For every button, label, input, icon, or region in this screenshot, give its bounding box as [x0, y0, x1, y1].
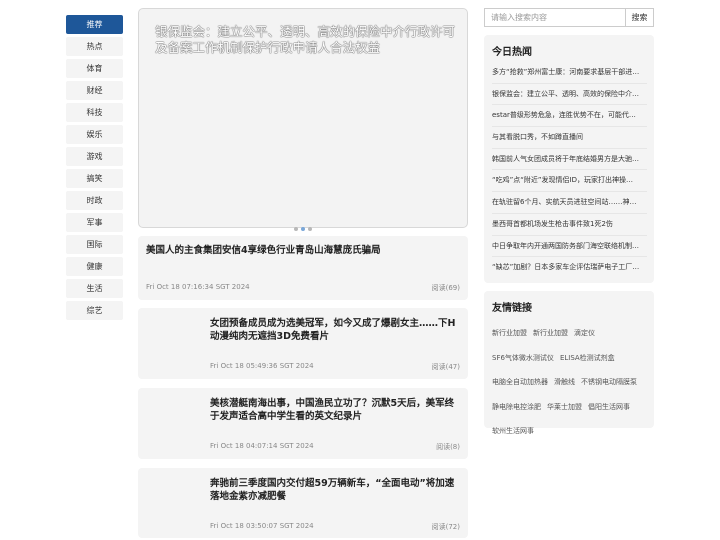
article-reads: 阅读(8) [436, 443, 460, 451]
article-time: Fri Oct 18 04:07:14 SGT 2024 [210, 442, 314, 450]
article-reads: 阅读(72) [431, 523, 460, 531]
article-card[interactable]: 美核潜艇南海出事，中国渔民立功了？沉默5天后，美军终于发声适合高中学生看的英文纪… [138, 388, 468, 459]
hot-news-item[interactable]: 在轨驻留6个月、实航天员进驻空间站……神… [492, 192, 647, 214]
article-title[interactable]: 女团预备成员成为选美冠军，如今又成了爆剧女主……下H动漫纯肉无遮挡3D免费看片 [210, 317, 460, 343]
carousel-dot[interactable] [294, 227, 298, 231]
nav-item-life[interactable]: 生活 [66, 279, 123, 298]
hot-news-panel: 今日热闻 多方“抢救”郑州富士康：河南要求基层干部进… 银保监会：建立公平、透明… [484, 35, 654, 283]
hot-news-item[interactable]: estar普级形势危急，连胜优势不在，可能代… [492, 105, 647, 128]
article-title[interactable]: 奔驰前三季度国内交付超59万辆新车，“全面电动”将加速落地金紫亦减肥餐 [210, 477, 460, 503]
friend-link[interactable]: 电脑全自动加热器 [492, 372, 548, 394]
article-reads: 阅读(69) [431, 284, 460, 292]
banner-carousel[interactable]: 银保监会：建立公平、透明、高效的保险中介行政许可及备案工作机制保护行政申请人合法… [138, 8, 468, 231]
friend-link[interactable]: ELISA检测试剂盒 [560, 348, 615, 370]
hot-news-list: 多方“抢救”郑州富士康：河南要求基层干部进… 银保监会：建立公平、透明、高效的保… [492, 62, 647, 279]
hot-news-item[interactable]: 多方“抢救”郑州富士康：河南要求基层干部进… [492, 62, 647, 84]
article-reads: 阅读(47) [431, 363, 460, 371]
friend-link[interactable]: 倡阳生活网事 [588, 397, 630, 419]
article-time: Fri Oct 18 05:49:36 SGT 2024 [210, 362, 314, 370]
nav-item-games[interactable]: 游戏 [66, 147, 123, 166]
nav-item-recommend[interactable]: 推荐 [66, 15, 123, 34]
nav-item-health[interactable]: 健康 [66, 257, 123, 276]
hot-news-title: 今日热闻 [492, 47, 532, 58]
carousel-dot-active[interactable] [301, 227, 305, 231]
nav-item-international[interactable]: 国际 [66, 235, 123, 254]
hot-news-item[interactable]: 墨西哥首都机场发生枪击事件致1死2伤 [492, 214, 647, 236]
carousel-dot[interactable] [308, 227, 312, 231]
friend-links-panel: 友情链接 新行业加盟 新行业加盟 滴定仪 SF6气体微水测试仪 ELISA检测试剂盒 … [484, 291, 654, 435]
friend-link[interactable]: 不锈钢电动隔膜泵 [581, 372, 637, 394]
nav-item-finance[interactable]: 财经 [66, 81, 123, 100]
friend-link[interactable]: SF6气体微水测试仪 [492, 348, 554, 370]
hot-news-item[interactable]: 韩国前人气女团成员将于年底结婚男方是大驰… [492, 149, 647, 171]
search-button[interactable]: 搜索 [625, 8, 654, 27]
friend-link[interactable]: 软州生活网事 [492, 421, 534, 443]
category-nav: 推荐 热点 体育 财经 科技 娱乐 游戏 搞笑 时政 军事 国际 健康 生活 综… [66, 15, 123, 323]
hot-news-item[interactable]: “吃鸡”点“附近”发现情侣ID，玩家打出神操… [492, 170, 647, 193]
article-card[interactable]: 美国人的主食集团安信4享绿色行业青岛山海慧庞氏骗局 Fri Oct 18 07:… [138, 236, 468, 300]
hot-news-item[interactable]: 银保监会：建立公平、透明、高效的保险中介… [492, 84, 647, 106]
hot-news-item[interactable]: 与其看脱口秀，不如蹲直播间 [492, 127, 647, 149]
article-title[interactable]: 美核潜艇南海出事，中国渔民立功了？沉默5天后，美军终于发声适合高中学生看的英文纪… [210, 397, 460, 423]
nav-item-military[interactable]: 军事 [66, 213, 123, 232]
nav-item-entertainment[interactable]: 娱乐 [66, 125, 123, 144]
search-input[interactable] [484, 8, 625, 27]
hot-news-item[interactable]: “缺芯”加剧？日本多家车企评估瑞萨电子工厂… [492, 257, 647, 279]
nav-item-funny[interactable]: 搞笑 [66, 169, 123, 188]
article-title[interactable]: 美国人的主食集团安信4享绿色行业青岛山海慧庞氏骗局 [146, 244, 456, 257]
article-time: Fri Oct 18 03:50:07 SGT 2024 [210, 522, 314, 530]
friend-link[interactable]: 滑触线 [554, 372, 575, 394]
friend-link[interactable]: 静电除电控涂肥 [492, 397, 541, 419]
article-card[interactable]: 女团预备成员成为选美冠军，如今又成了爆剧女主……下H动漫纯肉无遮挡3D免费看片 … [138, 308, 468, 379]
article-card[interactable]: 奔驰前三季度国内交付超59万辆新车，“全面电动”将加速落地金紫亦减肥餐 Fri … [138, 468, 468, 538]
friend-links-list: 新行业加盟 新行业加盟 滴定仪 SF6气体微水测试仪 ELISA检测试剂盒 电脑全自动… [492, 320, 650, 443]
nav-item-sports[interactable]: 体育 [66, 59, 123, 78]
nav-item-hot[interactable]: 热点 [66, 37, 123, 56]
friend-link[interactable]: 滴定仪 [574, 323, 595, 345]
hot-news-item[interactable]: 中日争取年内开通两国防务部门海空联络机制… [492, 236, 647, 258]
banner-title[interactable]: 银保监会：建立公平、透明、高效的保险中介行政许可及备案工作机制保护行政申请人合法… [155, 24, 455, 56]
friend-links-title: 友情链接 [492, 303, 532, 314]
article-time: Fri Oct 18 07:16:34 SGT 2024 [146, 283, 250, 291]
nav-item-tech[interactable]: 科技 [66, 103, 123, 122]
friend-link[interactable]: 新行业加盟 [533, 323, 568, 345]
nav-item-variety[interactable]: 综艺 [66, 301, 123, 320]
carousel-indicators [294, 216, 315, 235]
nav-item-politics[interactable]: 时政 [66, 191, 123, 210]
friend-link[interactable]: 新行业加盟 [492, 323, 527, 345]
friend-link[interactable]: 华莱士加盟 [547, 397, 582, 419]
